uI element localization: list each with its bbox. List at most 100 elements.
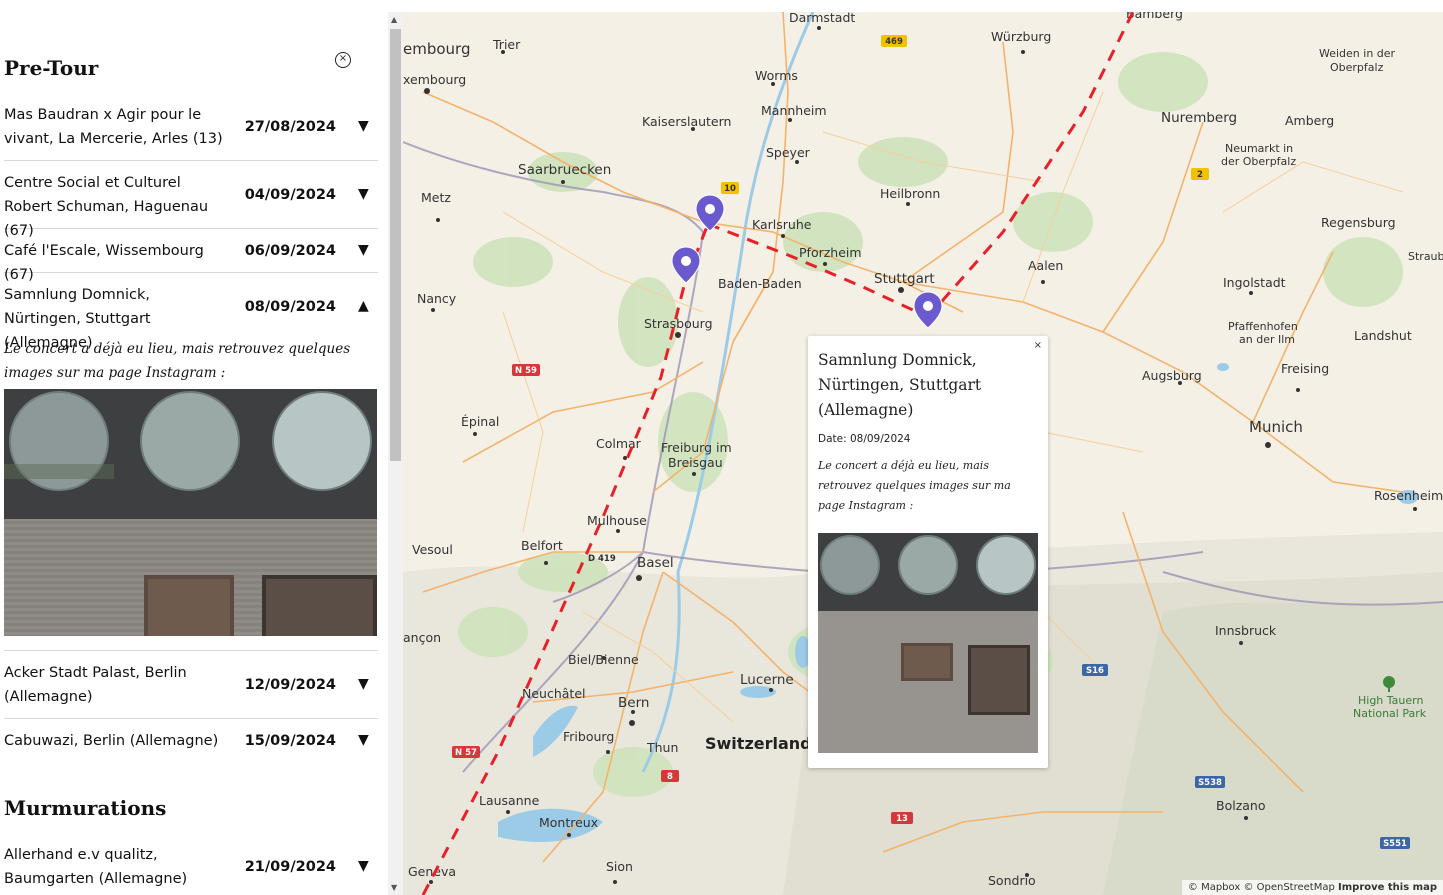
event-date: 27/08/2024 [244, 119, 336, 135]
osm-credit[interactable]: © OpenStreetMap [1243, 882, 1334, 893]
svg-text:S16: S16 [1086, 666, 1104, 676]
scrollbar-thumb[interactable] [390, 29, 401, 461]
svg-text:ançon: ançon [403, 630, 441, 645]
section-title-murmurations: Murmurations [4, 796, 167, 820]
event-row[interactable]: Centre Social et Culturel Robert Schuman… [4, 161, 378, 239]
svg-text:Saarbruecken: Saarbruecken [518, 162, 611, 178]
svg-text:Amberg: Amberg [1285, 113, 1334, 128]
scroll-down-icon[interactable]: ▼ [391, 883, 397, 892]
svg-text:Oberpfalz: Oberpfalz [1330, 61, 1384, 74]
svg-text:Fribourg: Fribourg [563, 729, 614, 744]
svg-text:Freising: Freising [1281, 361, 1329, 376]
event-row[interactable]: Mas Baudran x Agir pour le vivant, La Me… [4, 97, 378, 161]
event-venue: Allerhand e.v qualitz, Baumgarten (Allem… [4, 847, 188, 887]
svg-text:2: 2 [1197, 170, 1203, 180]
event-date: 04/09/2024 [244, 187, 336, 203]
svg-text:Pforzheim: Pforzheim [799, 245, 862, 260]
svg-text:Biel/Bienne: Biel/Bienne [568, 652, 639, 667]
svg-text:Bamberg: Bamberg [1126, 12, 1183, 21]
instagram-photo[interactable] [4, 389, 377, 636]
mapbox-credit[interactable]: © Mapbox [1188, 882, 1240, 893]
popup-close-icon[interactable]: × [1034, 340, 1042, 351]
svg-text:D 419: D 419 [588, 554, 616, 564]
expand-arrow-icon[interactable]: ▼ [358, 732, 369, 748]
event-date: 06/09/2024 [244, 243, 336, 259]
popup-date: Date: 08/09/2024 [818, 433, 911, 445]
svg-text:Pfaffenhofen: Pfaffenhofen [1228, 320, 1298, 333]
svg-text:N 59: N 59 [515, 366, 537, 376]
expand-arrow-icon[interactable]: ▼ [358, 242, 369, 258]
svg-text:Kaiserslautern: Kaiserslautern [642, 114, 731, 129]
popup-description: Le concert a déjà eu lieu, mais retrouve… [818, 459, 1011, 512]
svg-text:Strasbourg: Strasbourg [644, 316, 713, 331]
svg-text:Rosenheim: Rosenheim [1374, 488, 1443, 503]
svg-text:Breisgau: Breisgau [668, 455, 723, 470]
svg-text:Épinal: Épinal [461, 414, 499, 429]
svg-text:Colmar: Colmar [596, 436, 642, 451]
event-row[interactable]: Café l'Escale, Wissembourg (67) 06/09/20… [4, 229, 378, 283]
event-date: 21/09/2024 [244, 859, 336, 875]
svg-text:10: 10 [724, 184, 736, 194]
event-row[interactable]: Allerhand e.v qualitz, Baumgarten (Allem… [4, 837, 378, 895]
expand-arrow-icon[interactable]: ▼ [358, 186, 369, 202]
svg-text:Landshut: Landshut [1354, 328, 1412, 343]
improve-map-link[interactable]: Improve this map [1338, 882, 1437, 893]
popup-title: Samnlung Domnick, Nürtingen, Stuttgart (… [818, 351, 982, 419]
svg-text:Karlsruhe: Karlsruhe [752, 217, 812, 232]
sidebar-scrollbar[interactable]: ▲ ▼ [388, 12, 403, 895]
svg-text:Speyer: Speyer [766, 145, 811, 160]
svg-text:Weiden in der: Weiden in der [1319, 47, 1396, 60]
svg-text:Nuremberg: Nuremberg [1161, 110, 1237, 126]
svg-text:Neumarkt in: Neumarkt in [1225, 142, 1293, 155]
svg-text:Sion: Sion [606, 859, 633, 874]
svg-text:Lausanne: Lausanne [479, 793, 540, 808]
event-row[interactable]: Acker Stadt Palast, Berlin (Allemagne) 1… [4, 651, 378, 719]
scroll-up-icon[interactable]: ▲ [391, 15, 397, 24]
svg-text:Innsbruck: Innsbruck [1215, 623, 1277, 638]
svg-text:xembourg: xembourg [403, 72, 466, 87]
svg-text:Aalen: Aalen [1028, 258, 1063, 273]
svg-text:Montreux: Montreux [539, 815, 598, 830]
svg-text:Bolzano: Bolzano [1216, 798, 1266, 813]
svg-text:Straubi: Straubi [1408, 250, 1443, 263]
event-date: 08/09/2024 [244, 299, 336, 315]
collapse-arrow-icon[interactable]: ▲ [358, 298, 369, 314]
svg-text:N 57: N 57 [455, 748, 477, 758]
svg-text:469: 469 [885, 37, 903, 47]
svg-text:Nancy: Nancy [417, 291, 457, 306]
svg-text:Lucerne: Lucerne [740, 672, 794, 688]
svg-text:Sondrio: Sondrio [988, 873, 1036, 888]
map-attribution: © Mapbox © OpenStreetMap Improve this ma… [1181, 880, 1443, 895]
svg-text:Trier: Trier [492, 37, 521, 52]
expand-arrow-icon[interactable]: ▼ [358, 676, 369, 692]
svg-text:embourg: embourg [403, 40, 470, 58]
svg-text:National Park: National Park [1353, 707, 1427, 720]
event-venue: Acker Stadt Palast, Berlin (Allemagne) [4, 665, 187, 705]
svg-text:Neuchâtel: Neuchâtel [522, 686, 585, 701]
popup-photo[interactable] [818, 533, 1038, 753]
event-venue: Cabuwazi, Berlin (Allemagne) [4, 733, 219, 749]
svg-text:Augsburg: Augsburg [1142, 368, 1202, 383]
svg-text:Munich: Munich [1249, 418, 1303, 436]
svg-text:Basel: Basel [637, 555, 674, 571]
event-date: 15/09/2024 [244, 733, 336, 749]
svg-text:Switzerland: Switzerland [705, 734, 812, 753]
event-row[interactable]: Cabuwazi, Berlin (Allemagne) 15/09/2024 … [4, 719, 378, 763]
map-popup: × Samnlung Domnick, Nürtingen, Stuttgart… [808, 336, 1048, 768]
event-date: 12/09/2024 [244, 677, 336, 693]
expand-arrow-icon[interactable]: ▼ [358, 858, 369, 874]
expand-arrow-icon[interactable]: ▼ [358, 118, 369, 134]
sidebar: × Pre-Tour Mas Baudran x Agir pour le vi… [0, 0, 388, 895]
event-details-text: Le concert a déjà eu lieu, mais retrouve… [4, 341, 351, 381]
svg-text:an der Ilm: an der Ilm [1239, 333, 1295, 346]
close-icon[interactable]: × [335, 52, 351, 68]
svg-text:Mulhouse: Mulhouse [587, 513, 647, 528]
svg-text:Freiburg im: Freiburg im [661, 440, 732, 455]
svg-text:Vesoul: Vesoul [412, 542, 453, 557]
svg-text:Geneva: Geneva [408, 864, 456, 879]
svg-text:S551: S551 [1383, 839, 1407, 849]
event-venue: Mas Baudran x Agir pour le vivant, La Me… [4, 107, 223, 147]
svg-text:Bern: Bern [618, 695, 649, 711]
svg-text:Worms: Worms [755, 68, 798, 83]
svg-text:Ingolstadt: Ingolstadt [1223, 275, 1286, 290]
